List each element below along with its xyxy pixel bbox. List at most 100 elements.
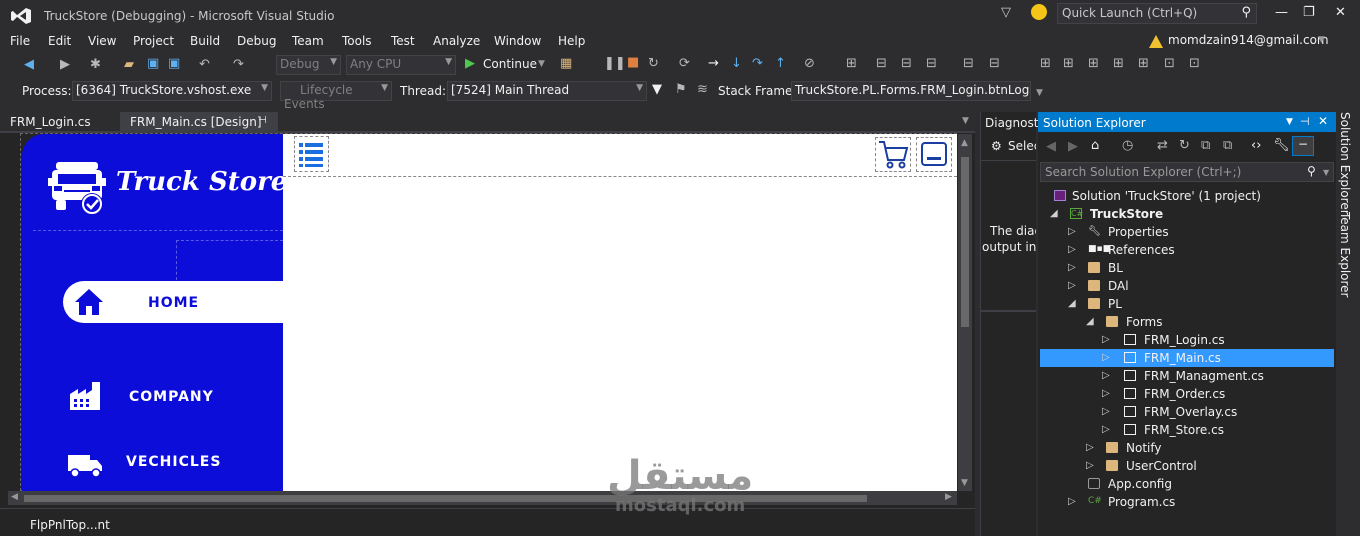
align-top-icon[interactable]: ⊟ [963, 56, 974, 71]
forward-icon[interactable]: ▶ [1068, 139, 1078, 154]
new-project-icon[interactable]: ✱ [90, 57, 101, 72]
step-into-icon[interactable]: ↓ [731, 56, 742, 71]
tree-folder-bl[interactable]: ▷ BL [1040, 259, 1334, 277]
step-out-icon[interactable]: ↑ [775, 56, 786, 71]
tree-folder-dal[interactable]: ▷ DAl [1040, 277, 1334, 295]
expanded-arrow-icon[interactable]: ◢ [1086, 316, 1094, 327]
tree-file-app-config[interactable]: App.config [1040, 475, 1334, 493]
show-all-files-icon[interactable]: ⧉ [1223, 138, 1232, 153]
view-code-icon[interactable]: ‹› [1251, 138, 1261, 153]
process-target-icon[interactable]: ▦ [560, 56, 572, 71]
save-icon[interactable]: ▣ [147, 56, 159, 71]
scroll-left-icon[interactable]: ◀ [11, 492, 18, 502]
expanded-arrow-icon[interactable]: ◢ [1068, 298, 1076, 309]
tab-frm-login[interactable]: FRM_Login.cs [0, 112, 101, 132]
feedback-smiley-icon[interactable] [1031, 4, 1047, 20]
diagnostic-tools-title[interactable]: Diagnosti [985, 116, 1042, 130]
stack-frame-select[interactable]: TruckStore.PL.Forms.FRM_Login.btnLogir [791, 81, 1031, 101]
gear-icon[interactable]: ⚙ [991, 139, 1002, 153]
show-next-statement-icon[interactable]: → [708, 56, 719, 71]
solution-explorer-title[interactable]: Solution Explorer [1043, 116, 1146, 130]
tree-file-frm-overlay[interactable]: ▷ FRM_Overlay.cs [1040, 403, 1334, 421]
menu-file[interactable]: File [10, 34, 30, 48]
preview-selected-items-icon[interactable]: − [1292, 136, 1314, 156]
refresh-icon[interactable]: ↻ [1179, 138, 1190, 153]
menu-debug[interactable]: Debug [237, 34, 276, 48]
tree-file-program[interactable]: ▷ C# Program.cs [1040, 493, 1334, 511]
hamburger-menu-button[interactable] [294, 136, 329, 172]
continue-play-icon[interactable]: ▶ [465, 56, 475, 71]
menu-team[interactable]: Team [292, 34, 324, 48]
tree-file-frm-managment[interactable]: ▷ FRM_Managment.cs [1040, 367, 1334, 385]
collapsed-arrow-icon[interactable]: ▷ [1102, 334, 1110, 345]
tree-folder-usercontrol[interactable]: ▷ UserControl [1040, 457, 1334, 475]
step-over-icon[interactable]: ↷ [752, 56, 763, 71]
center-vertical-icon[interactable]: ⊡ [1189, 56, 1200, 71]
panel-dropdown-icon[interactable]: ▼ [1286, 117, 1293, 127]
spacing-icon[interactable]: ⊞ [1063, 56, 1074, 71]
lifecycle-events-select[interactable]: Lifecycle Events ▼ [280, 81, 392, 111]
tree-folder-notify[interactable]: ▷ Notify [1040, 439, 1334, 457]
tree-item-references[interactable]: ▷ ■▪■ References [1040, 241, 1334, 259]
menu-build[interactable]: Build [190, 34, 220, 48]
continue-dropdown-icon[interactable]: ▼ [538, 59, 545, 69]
back-icon[interactable]: ◀ [24, 57, 34, 72]
collapsed-arrow-icon[interactable]: ▷ [1102, 370, 1110, 381]
home-icon[interactable]: ⌂ [1091, 138, 1099, 153]
menu-project[interactable]: Project [133, 34, 174, 48]
thread-select[interactable]: [7524] Main Thread ▼ [447, 81, 647, 101]
center-horizontal-icon[interactable]: ⊡ [1164, 56, 1175, 71]
collapsed-arrow-icon[interactable]: ▷ [1102, 424, 1110, 435]
menu-analyze[interactable]: Analyze [433, 34, 480, 48]
continue-button[interactable]: Continue [483, 57, 537, 71]
spacing-icon[interactable]: ⊞ [1088, 56, 1099, 71]
toolbar-overflow-icon[interactable]: ▼ [1036, 88, 1043, 98]
menu-window[interactable]: Window [494, 34, 541, 48]
diagnostics-splitter[interactable] [981, 310, 1036, 312]
collapse-all-icon[interactable]: ⧉ [1201, 138, 1210, 153]
configuration-select[interactable]: Debug ▼ [276, 55, 341, 75]
tree-project[interactable]: ◢ C# TruckStore [1040, 205, 1334, 223]
minimize-window-button[interactable]: — [1275, 5, 1288, 20]
sync-icon[interactable]: ⇄ [1157, 138, 1168, 153]
nav-vehicles-label[interactable]: VECHICLES [126, 454, 221, 470]
tree-item-properties[interactable]: ▷ 🔧︎ Properties [1040, 223, 1334, 241]
collapsed-arrow-icon[interactable]: ▷ [1102, 388, 1110, 399]
forward-icon[interactable]: ▶ [60, 57, 70, 72]
pending-changes-filter-icon[interactable]: ◷ [1122, 138, 1133, 153]
collapsed-arrow-icon[interactable]: ▷ [1068, 244, 1076, 255]
tab-dropdown-icon[interactable]: ▼ [962, 116, 969, 126]
restore-window-button[interactable]: ❐ [1303, 5, 1315, 20]
align-bottom-icon[interactable]: ⊟ [989, 56, 1000, 71]
tree-folder-pl[interactable]: ◢ PL [1040, 295, 1334, 313]
auto-hide-pin-icon[interactable]: ⊣ [1300, 115, 1310, 128]
thread-filter-icon[interactable]: ▼ [652, 82, 662, 97]
tree-file-frm-order[interactable]: ▷ FRM_Order.cs [1040, 385, 1334, 403]
search-icon[interactable]: ⚲ [1241, 5, 1251, 20]
collapsed-arrow-icon[interactable]: ▷ [1068, 280, 1076, 291]
stop-debugging-icon[interactable]: ■ [627, 55, 639, 70]
form-content-area[interactable] [283, 134, 957, 491]
back-icon[interactable]: ◀ [1046, 139, 1056, 154]
account-dropdown-icon[interactable]: ▼ [1318, 35, 1325, 45]
notification-filter-icon[interactable]: ▽ [1001, 5, 1011, 20]
platform-select[interactable]: Any CPU ▼ [346, 55, 456, 75]
side-tab-team-explorer[interactable]: Team Explorer [1338, 212, 1352, 298]
menu-tools[interactable]: Tools [342, 34, 372, 48]
search-options-dropdown-icon[interactable]: ▼ [1323, 168, 1329, 177]
menu-edit[interactable]: Edit [48, 34, 71, 48]
save-all-icon[interactable]: ▣ [168, 56, 180, 71]
collapsed-arrow-icon[interactable]: ▷ [1086, 442, 1094, 453]
nav-company-label[interactable]: COMPANY [129, 389, 214, 405]
collapsed-arrow-icon[interactable]: ▷ [1068, 496, 1076, 507]
menu-help[interactable]: Help [558, 34, 585, 48]
tree-file-frm-login[interactable]: ▷ FRM_Login.cs [1040, 331, 1334, 349]
tree-file-frm-main[interactable]: ▷ FRM_Main.cs [1040, 349, 1334, 367]
scroll-right-icon[interactable]: ▶ [945, 492, 952, 502]
align-center-icon[interactable]: ⊟ [901, 56, 912, 71]
layout-align-icon[interactable]: ⊞ [846, 56, 857, 71]
quick-launch-input[interactable]: Quick Launch (Ctrl+Q) ⚲ [1057, 3, 1257, 24]
process-select[interactable]: [6364] TruckStore.vshost.exe ▼ [72, 81, 272, 101]
align-left-icon[interactable]: ⊟ [876, 56, 887, 71]
close-window-button[interactable]: ✕ [1335, 5, 1346, 20]
